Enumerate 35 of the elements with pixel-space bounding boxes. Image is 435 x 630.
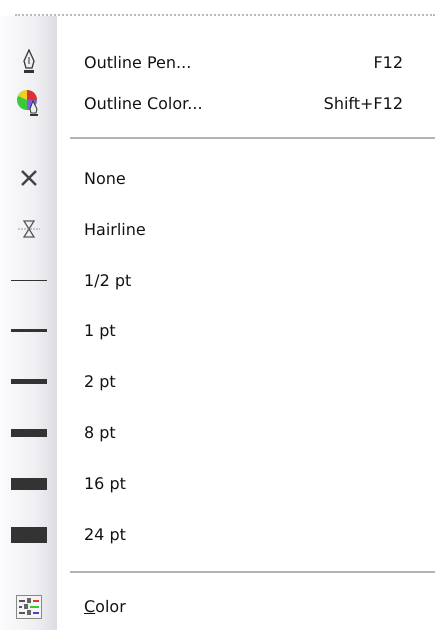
menu-item[interactable]: None: [0, 152, 435, 204]
menu-item[interactable]: Outline Color... Shift+F12: [0, 82, 435, 124]
menu-item-label: None: [84, 168, 127, 188]
menu-item-label: Outline Pen...: [84, 52, 192, 72]
menu-item[interactable]: 8 pt: [0, 407, 435, 458]
menu-item[interactable]: Outline Pen... F12: [0, 42, 435, 83]
menu-item-label: 16 pt: [84, 474, 127, 494]
menu-item-label: 2 pt: [84, 372, 117, 392]
menu-item-label: 24 pt: [84, 525, 127, 544]
line-width-icon: [10, 379, 46, 384]
tear-off-handle[interactable]: [15, 14, 435, 16]
shortcut-text: F12: [373, 52, 403, 72]
cross-icon: [20, 169, 38, 188]
pen-nib-icon: [22, 49, 36, 76]
color-palette-icon: [16, 594, 42, 619]
hourglass-icon: [18, 219, 40, 240]
menu-item-label: Outline Color...: [84, 94, 204, 113]
menu-item-label: 1 pt: [84, 321, 117, 340]
line-width-icon: [10, 280, 46, 281]
menu-item[interactable]: 2 pt: [0, 356, 435, 408]
menu-item-label: Color: [84, 597, 127, 616]
menu-item[interactable]: 16 pt: [0, 458, 435, 510]
menu-item[interactable]: 1 pt: [0, 306, 435, 356]
menu-item-label: 8 pt: [84, 423, 117, 442]
menu-item[interactable]: 24 pt: [0, 509, 435, 560]
line-width-icon: [10, 526, 46, 543]
menu-item[interactable]: 1/2 pt: [0, 254, 435, 306]
menu-item[interactable]: Hairline: [0, 204, 435, 255]
menu-item-label: 1/2 pt: [84, 270, 132, 290]
menu-item[interactable]: Color: [0, 583, 435, 630]
menu-item-label: Hairline: [84, 220, 147, 239]
line-width-icon: [10, 428, 46, 437]
shortcut-text: Shift+F12: [324, 94, 403, 113]
line-width-icon: [10, 478, 46, 490]
line-width-icon: [10, 329, 46, 332]
